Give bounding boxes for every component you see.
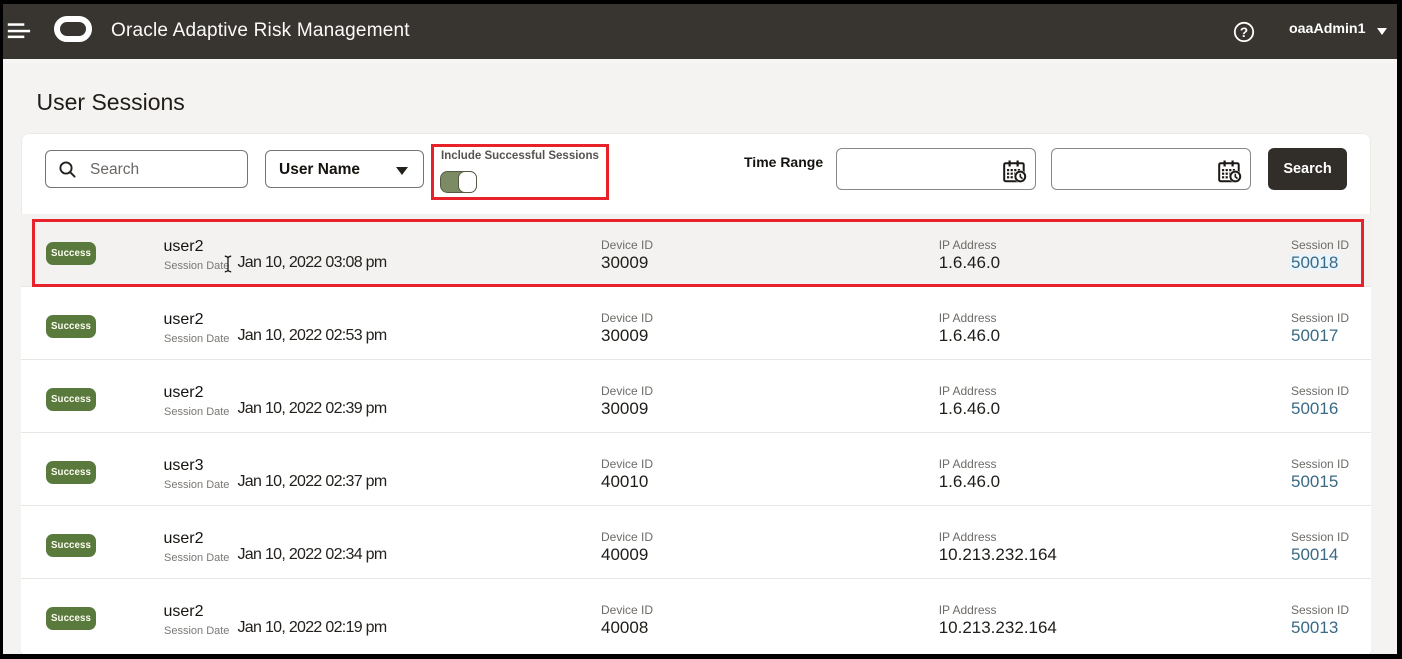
svg-text:?: ? (1240, 25, 1248, 40)
